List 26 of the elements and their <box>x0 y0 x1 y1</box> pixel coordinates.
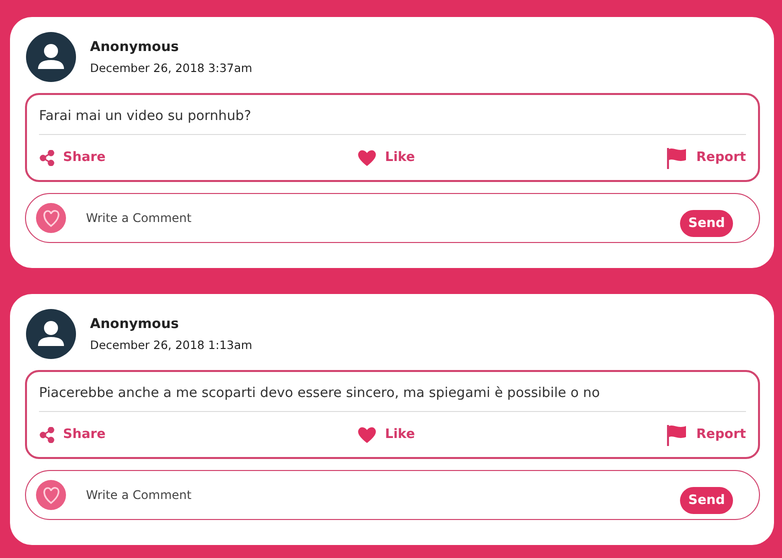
share-icon <box>39 150 55 166</box>
user-avatar-icon <box>26 309 76 359</box>
heart-icon <box>357 426 378 444</box>
comment-field[interactable]: Write a Comment Send <box>25 470 760 520</box>
author-name: Anonymous <box>90 39 180 55</box>
heart-avatar-icon <box>36 480 66 510</box>
report-link[interactable]: Report <box>666 146 746 168</box>
post-date: December 26, 2018 3:37am <box>90 61 252 75</box>
like-link[interactable]: Like <box>357 148 415 166</box>
comment-field[interactable]: Write a Comment Send <box>25 193 760 243</box>
heart-avatar-icon <box>36 203 66 233</box>
like-link[interactable]: Like <box>357 426 415 444</box>
share-link[interactable]: Share <box>39 426 106 442</box>
send-button[interactable]: Send <box>680 210 733 236</box>
report-link[interactable]: Report <box>666 424 746 446</box>
post-date: December 26, 2018 1:13am <box>90 338 252 352</box>
flag-icon <box>666 146 688 168</box>
share-link[interactable]: Share <box>39 150 106 166</box>
send-button[interactable]: Send <box>680 486 733 514</box>
flag-icon <box>666 424 688 446</box>
author-name: Anonymous <box>90 316 180 332</box>
user-avatar-icon <box>26 32 76 82</box>
heart-icon <box>357 148 378 166</box>
share-icon <box>39 426 55 442</box>
message-text: Farai mai un video su pornhub? <box>39 95 746 135</box>
message-text: Piacerebbe anche a me scoparti devo essere sincero, ma spiegami è possibile o no <box>39 372 746 412</box>
